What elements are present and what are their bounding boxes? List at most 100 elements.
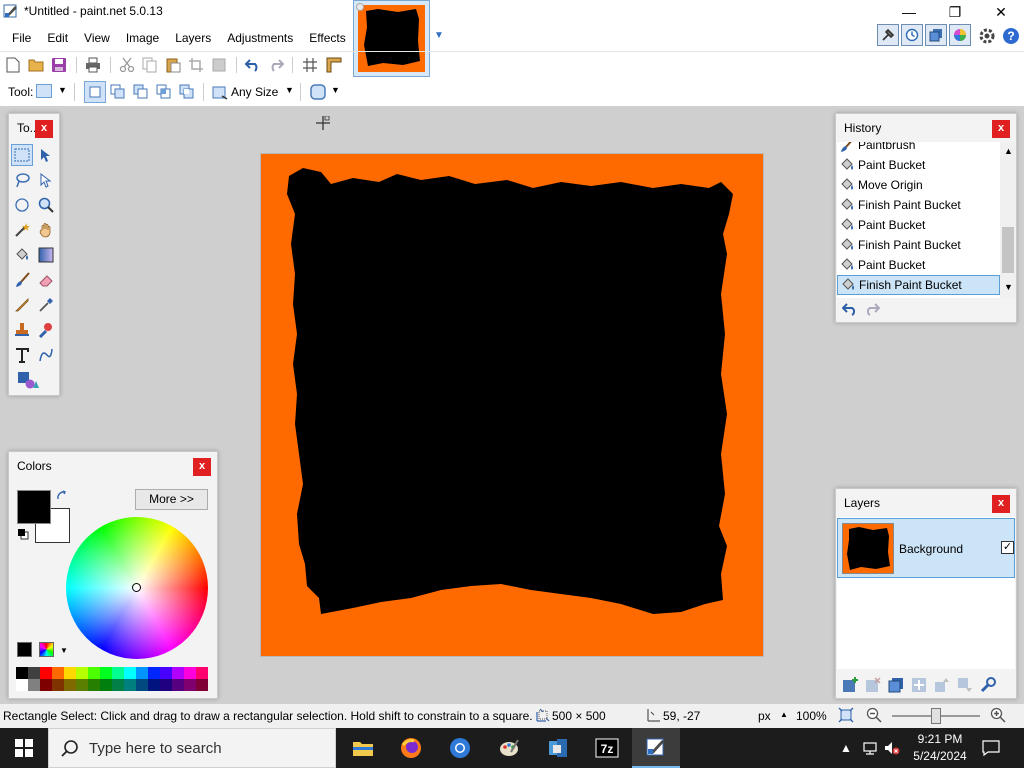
- palette-swatch[interactable]: [172, 667, 184, 679]
- notifications-icon[interactable]: [982, 740, 1000, 756]
- open-folder-icon[interactable]: [27, 56, 45, 74]
- size-mode-dropdown[interactable]: Any Size: [231, 85, 278, 99]
- 7zip-icon[interactable]: 7z: [583, 728, 631, 768]
- network-icon[interactable]: [862, 740, 878, 756]
- paintnet-app-icon[interactable]: [3, 3, 19, 19]
- palette-swatch[interactable]: [40, 679, 52, 691]
- color-picker-tool-icon[interactable]: [35, 294, 57, 316]
- palette-swatch[interactable]: [64, 679, 76, 691]
- antialias-chevron-down-icon[interactable]: ▼: [331, 85, 340, 95]
- file-explorer-icon[interactable]: [339, 728, 387, 768]
- palette-swatch[interactable]: [160, 679, 172, 691]
- close-button[interactable]: ✕: [978, 0, 1024, 24]
- menu-adjustments[interactable]: Adjustments: [219, 27, 301, 49]
- palette-swatch[interactable]: [136, 667, 148, 679]
- tool-chevron-down-icon[interactable]: ▼: [58, 85, 67, 95]
- layers-panel-close-button[interactable]: x: [992, 495, 1010, 513]
- antialias-icon[interactable]: [309, 83, 327, 101]
- paint-app-icon[interactable]: [485, 728, 533, 768]
- reset-colors-icon[interactable]: [17, 528, 29, 540]
- undo-icon[interactable]: [244, 56, 262, 74]
- size-mode-chevron-down-icon[interactable]: ▼: [285, 85, 294, 95]
- palette-menu-icon[interactable]: [39, 642, 54, 657]
- palette-swatch[interactable]: [184, 667, 196, 679]
- pencil-tool-icon[interactable]: [11, 294, 33, 316]
- palette-swatch[interactable]: [172, 679, 184, 691]
- selection-mode-intersect-icon[interactable]: [156, 84, 172, 100]
- move-selection-tool-icon[interactable]: [35, 169, 57, 191]
- palette-swatch[interactable]: [40, 667, 52, 679]
- palette-swatch[interactable]: [16, 679, 28, 691]
- save-icon[interactable]: [50, 56, 68, 74]
- history-panel-close-button[interactable]: x: [992, 120, 1010, 138]
- move-selected-tool-icon[interactable]: [35, 144, 57, 166]
- history-item[interactable]: Finish Paint Bucket: [837, 195, 1000, 215]
- palette-swatch[interactable]: [52, 667, 64, 679]
- selection-mode-exclude-icon[interactable]: [133, 84, 149, 100]
- tray-chevron-up-icon[interactable]: ▲: [840, 741, 852, 755]
- deselect-icon[interactable]: [210, 56, 228, 74]
- history-scrollbar[interactable]: ▲ ▼: [1000, 142, 1016, 298]
- palette-swatch[interactable]: [112, 667, 124, 679]
- delete-layer-icon[interactable]: [865, 677, 881, 693]
- palette-swatch[interactable]: [100, 679, 112, 691]
- new-file-icon[interactable]: [4, 56, 22, 74]
- taskbar-time[interactable]: 9:21 PM: [909, 732, 971, 746]
- menu-layers[interactable]: Layers: [167, 27, 219, 49]
- selection-mode-union-icon[interactable]: [110, 84, 126, 100]
- zoom-readout[interactable]: 100%: [796, 709, 827, 723]
- current-tool-icon[interactable]: [36, 84, 52, 98]
- history-item[interactable]: Finish Paint Bucket: [837, 235, 1000, 255]
- palette-swatch[interactable]: [184, 679, 196, 691]
- taskbar-date[interactable]: 5/24/2024: [909, 749, 971, 763]
- palette-swatch[interactable]: [136, 679, 148, 691]
- volume-muted-icon[interactable]: [884, 740, 900, 756]
- history-item[interactable]: Paint Bucket: [837, 255, 1000, 275]
- maximize-button[interactable]: ❐: [932, 0, 978, 24]
- tools-toggle-icon[interactable]: [877, 24, 899, 46]
- merge-layer-icon[interactable]: [911, 677, 927, 693]
- menu-view[interactable]: View: [76, 27, 118, 49]
- palette-swatch[interactable]: [148, 679, 160, 691]
- swap-colors-icon[interactable]: [56, 490, 68, 502]
- history-item[interactable]: Paint Bucket: [837, 215, 1000, 235]
- image-canvas[interactable]: [261, 154, 763, 656]
- menu-effects[interactable]: Effects: [301, 27, 353, 49]
- scroll-down-icon[interactable]: ▼: [1004, 282, 1013, 292]
- primary-color-swatch[interactable]: [17, 490, 51, 524]
- clone-stamp-tool-icon[interactable]: [11, 319, 33, 341]
- paint-bucket-tool-icon[interactable]: [11, 244, 33, 266]
- units-chevron-up-icon[interactable]: ▲: [780, 710, 788, 719]
- chrome-icon[interactable]: [436, 728, 484, 768]
- menu-file[interactable]: File: [4, 27, 39, 49]
- selection-size-icon[interactable]: [212, 84, 228, 100]
- palette-swatch[interactable]: [196, 667, 208, 679]
- windows-start-icon[interactable]: [0, 728, 48, 768]
- layer-properties-icon[interactable]: [980, 677, 996, 693]
- redo-icon[interactable]: [267, 56, 285, 74]
- palette-swatch[interactable]: [28, 679, 40, 691]
- palette-swatch[interactable]: [124, 667, 136, 679]
- recolor-tool-icon[interactable]: [35, 319, 57, 341]
- scrollbar-thumb[interactable]: [1002, 227, 1014, 273]
- paste-icon[interactable]: [164, 56, 182, 74]
- history-undo-icon[interactable]: [842, 302, 858, 318]
- zoom-in-icon[interactable]: [990, 707, 1006, 723]
- palette-swatch[interactable]: [112, 679, 124, 691]
- crop-icon[interactable]: [187, 56, 205, 74]
- palette-swatch[interactable]: [124, 679, 136, 691]
- zoom-fit-icon[interactable]: [838, 707, 854, 723]
- more-colors-button[interactable]: More >>: [135, 489, 208, 510]
- tools-panel-close-button[interactable]: x: [35, 120, 53, 138]
- color-palette[interactable]: [16, 667, 208, 691]
- menu-edit[interactable]: Edit: [39, 27, 76, 49]
- palette-swatch[interactable]: [88, 679, 100, 691]
- history-redo-icon[interactable]: [864, 302, 880, 318]
- paintbrush-tool-icon[interactable]: [11, 269, 33, 291]
- shapes-tool-icon[interactable]: [17, 369, 39, 391]
- rectangle-select-tool-icon[interactable]: [11, 144, 33, 166]
- colors-toggle-icon[interactable]: [949, 24, 971, 46]
- office-tool-icon[interactable]: [534, 728, 582, 768]
- history-item[interactable]: Paint Bucket: [837, 155, 1000, 175]
- palette-swatch[interactable]: [76, 667, 88, 679]
